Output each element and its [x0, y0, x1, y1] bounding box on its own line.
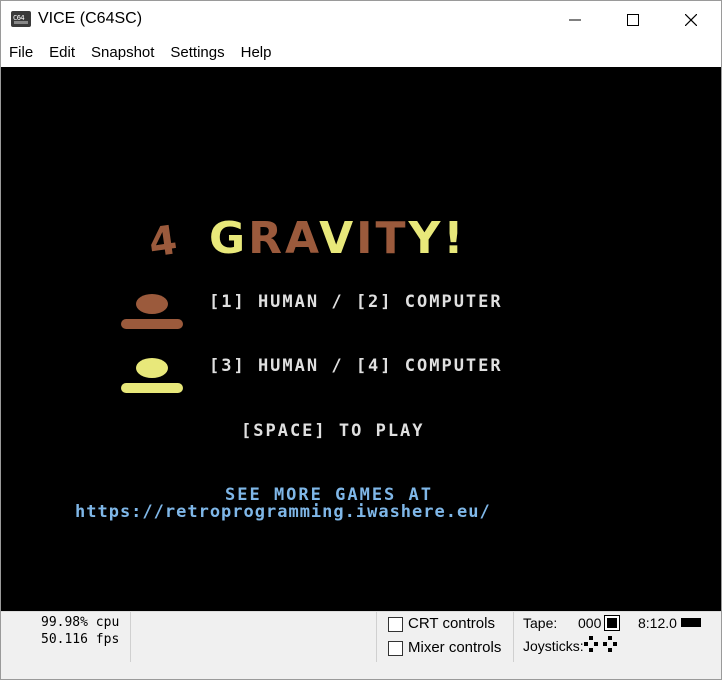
title-bar: C64 VICE (C64SC)	[1, 1, 721, 39]
status-divider	[513, 612, 514, 662]
status-bar: 99.98% cpu 50.116 fps CRT controls Mixer…	[1, 611, 721, 670]
mixer-controls-label[interactable]: Mixer controls	[408, 639, 501, 656]
mixer-controls-checkbox[interactable]	[388, 641, 403, 656]
status-divider	[130, 612, 131, 662]
logo-number: 4	[145, 217, 180, 267]
tape-counter: 000	[578, 615, 602, 631]
website-url: https://retroprogramming.iwashere.eu/	[75, 502, 491, 522]
tape-motor-indicator	[681, 618, 701, 627]
logo-word: GRAVITY!	[209, 213, 466, 264]
menu-bar: File Edit Snapshot Settings Help	[1, 39, 721, 67]
tape-time: 8:12.0	[638, 615, 677, 631]
logo-letters-it: IT	[356, 213, 409, 264]
tape-label: Tape:	[523, 615, 558, 631]
logo-letters-ra: RA	[248, 213, 320, 264]
vice-window: C64 VICE (C64SC) File Edit Snapshot Sett…	[0, 0, 722, 680]
close-button[interactable]	[662, 1, 720, 39]
vice-app-icon: C64	[11, 11, 31, 27]
close-icon	[685, 14, 697, 26]
cpu-usage: 99.98% cpu	[41, 615, 120, 630]
player-piece-yellow-icon	[121, 358, 183, 393]
menu-help[interactable]: Help	[233, 39, 280, 67]
joysticks-label: Joysticks:	[523, 638, 584, 654]
tape-stop-icon	[607, 618, 617, 628]
crt-controls-checkbox[interactable]	[388, 617, 403, 632]
player-piece-brown-icon	[121, 294, 183, 329]
joystick-status-icon[interactable]	[584, 636, 620, 654]
minimize-icon	[569, 19, 581, 21]
option-1-human-2-computer: [1] HUMAN / [2] COMPUTER	[209, 292, 503, 312]
space-to-play: [SPACE] TO PLAY	[241, 421, 425, 441]
crt-controls-label[interactable]: CRT controls	[408, 615, 495, 632]
maximize-button[interactable]	[604, 1, 662, 39]
window-title: VICE (C64SC)	[38, 10, 143, 27]
menu-file[interactable]: File	[1, 39, 41, 67]
logo-letters-y-bang: Y!	[408, 213, 467, 264]
minimize-button[interactable]	[546, 1, 604, 39]
tape-stop-button[interactable]	[604, 615, 620, 631]
emulator-screen[interactable]: 4 GRAVITY! [1] HUMAN / [2] COMPUTER [3] …	[1, 67, 721, 611]
fps-readout: 50.116 fps	[41, 632, 120, 647]
menu-settings[interactable]: Settings	[162, 39, 232, 67]
maximize-icon	[627, 14, 639, 26]
menu-snapshot[interactable]: Snapshot	[83, 39, 162, 67]
option-3-human-4-computer: [3] HUMAN / [4] COMPUTER	[209, 356, 503, 376]
logo-letter-v: V	[319, 213, 357, 264]
status-divider	[376, 612, 377, 662]
logo-letter-g: G	[209, 213, 249, 264]
window-bottom-edge	[1, 669, 721, 679]
menu-edit[interactable]: Edit	[41, 39, 83, 67]
